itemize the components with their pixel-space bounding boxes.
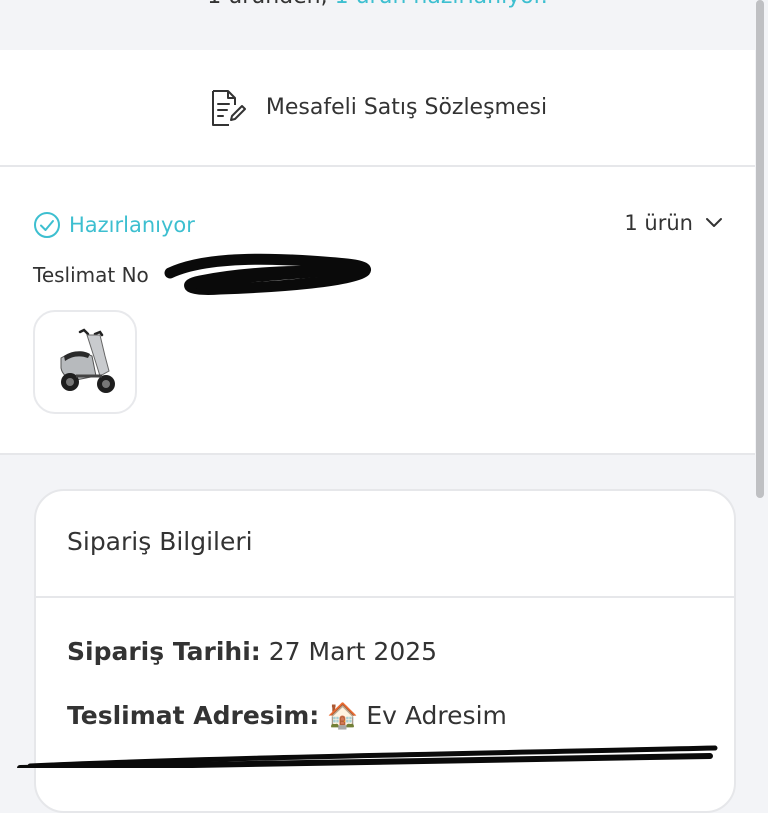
item-count-label: 1 ürün [624, 211, 693, 235]
item-count-toggle[interactable]: 1 ürün [624, 211, 723, 235]
order-info-title: Sipariş Bilgileri [67, 527, 253, 556]
order-card: Hazırlanıyor 1 ürün Teslimat No [0, 167, 755, 455]
order-summary-text: 1 üründen, 1 ürün hazırlanıyor. [0, 0, 755, 9]
delivery-label: Teslimat No [33, 263, 149, 287]
document-pen-icon [211, 89, 246, 126]
contract-label: Mesafeli Satış Sözleşmesi [265, 95, 548, 120]
product-thumbnail[interactable] [33, 310, 137, 414]
distance-sales-contract-link[interactable]: Mesafeli Satış Sözleşmesi [0, 50, 755, 167]
banner-accent-text: 1 ürün hazırlanıyor. [335, 0, 548, 9]
scrollbar-thumb[interactable] [756, 0, 764, 498]
banner-plain-text: 1 üründen, [207, 0, 327, 9]
delivery-address-value: Ev Adresim [366, 701, 507, 730]
redaction-scribble-bottom [17, 745, 718, 768]
redaction-scribble [164, 253, 371, 295]
status-label: Hazırlanıyor [69, 213, 195, 237]
scooter-image [60, 328, 115, 393]
delivery-number: Teslimat No [33, 263, 149, 287]
order-summary-banner: 1 üründen, 1 ürün hazırlanıyor. [0, 0, 755, 50]
order-date-value: 27 Mart 2025 [268, 637, 438, 666]
delivery-address-label: Teslimat Adresim: [67, 701, 320, 730]
order-date-label: Sipariş Tarihi: [67, 637, 261, 666]
check-circle-icon [34, 212, 60, 238]
order-date-row: Sipariş Tarihi: 27 Mart 2025 [67, 637, 437, 666]
divider [36, 596, 734, 598]
order-status: Hazırlanıyor [33, 211, 195, 239]
house-icon: 🏠 [327, 701, 359, 730]
delivery-address-row: Teslimat Adresim: 🏠 Ev Adresim [67, 701, 507, 731]
chevron-down-icon [706, 218, 722, 227]
